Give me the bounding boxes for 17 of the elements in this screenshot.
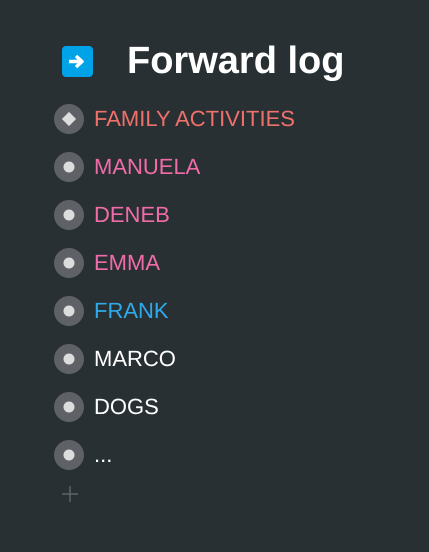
list-item-text: MANUELA [94,153,200,181]
list-item-text: DENEB [94,201,170,229]
bullet-icon[interactable] [54,200,84,230]
list-item-text: FAMILY ACTIVITIES [94,105,295,133]
diamond-bullet-icon[interactable] [54,104,84,134]
list-item-text: DOGS [94,393,159,421]
list-item-text: FRANK [94,297,169,325]
bullet-icon[interactable] [54,440,84,470]
bullet-icon[interactable] [54,248,84,278]
list-item-text: ... [94,441,112,469]
list-item-text: EMMA [94,249,160,277]
bullet-icon[interactable] [54,344,84,374]
page-title: Forward log [127,40,344,83]
bullet-icon[interactable] [54,152,84,182]
bullet-icon[interactable] [54,296,84,326]
list-item-text: MARCO [94,345,176,373]
bullet-icon[interactable] [54,392,84,422]
